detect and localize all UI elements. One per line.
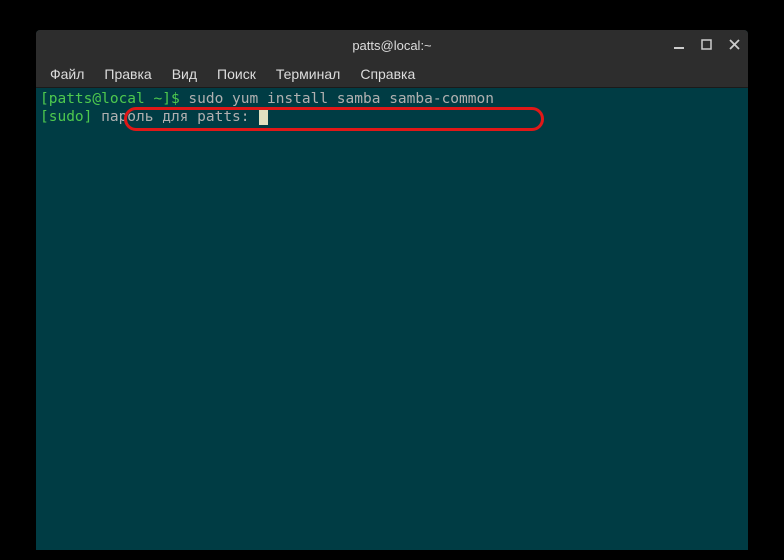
minimize-button[interactable] bbox=[672, 38, 686, 52]
cursor-icon bbox=[259, 109, 268, 125]
terminal-line: [sudo] пароль для patts: bbox=[40, 108, 744, 126]
menu-terminal[interactable]: Терминал bbox=[266, 62, 350, 86]
close-button[interactable] bbox=[728, 38, 742, 52]
titlebar: patts@local:~ bbox=[36, 30, 748, 60]
menu-edit[interactable]: Правка bbox=[94, 62, 161, 86]
command-text: sudo yum install samba samba-common bbox=[188, 91, 494, 107]
sudo-prefix: [sudo] bbox=[40, 109, 101, 125]
window-title: patts@local:~ bbox=[352, 38, 431, 53]
prompt: [patts@local ~]$ bbox=[40, 91, 188, 107]
menu-view[interactable]: Вид bbox=[162, 62, 207, 86]
terminal-window: patts@local:~ Файл Правка Вид Поиск Терм… bbox=[36, 30, 748, 550]
terminal-line: [patts@local ~]$ sudo yum install samba … bbox=[40, 90, 744, 108]
terminal-body[interactable]: [patts@local ~]$ sudo yum install samba … bbox=[36, 88, 748, 550]
menu-file[interactable]: Файл bbox=[40, 62, 94, 86]
password-prompt: пароль для patts: bbox=[101, 109, 258, 125]
menu-help[interactable]: Справка bbox=[350, 62, 425, 86]
maximize-button[interactable] bbox=[700, 38, 714, 52]
minimize-icon bbox=[673, 39, 685, 51]
maximize-icon bbox=[701, 39, 713, 51]
menubar: Файл Правка Вид Поиск Терминал Справка bbox=[36, 60, 748, 88]
close-icon bbox=[729, 39, 741, 51]
menu-search[interactable]: Поиск bbox=[207, 62, 266, 86]
window-controls bbox=[672, 30, 742, 60]
